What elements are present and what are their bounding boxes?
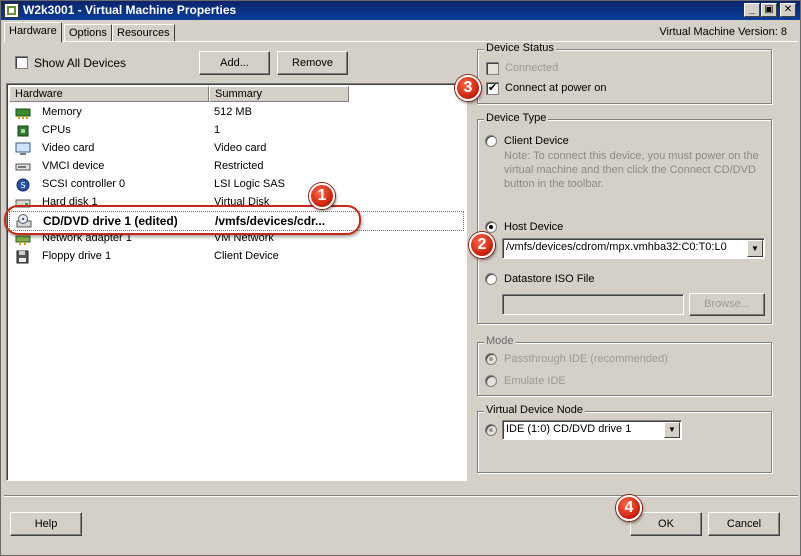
hardware-row-vmci-device[interactable]: VMCI device Restricted	[9, 158, 464, 176]
help-button-label: Help	[34, 518, 58, 530]
restore-button[interactable]: ▣	[761, 3, 777, 17]
passthrough-ide-radio[interactable]	[485, 353, 497, 365]
highlight-ring-selected-row	[4, 205, 361, 235]
hardware-row-cpus[interactable]: CPUs 1	[9, 122, 464, 140]
hardware-summary: 1	[214, 124, 221, 136]
add-button-label: Add...	[220, 57, 249, 69]
datastore-iso-path-field[interactable]	[502, 294, 684, 315]
browse-button-label: Browse...	[704, 298, 750, 310]
minimize-button[interactable]: _	[744, 3, 760, 17]
hardware-summary: LSI Logic SAS	[214, 178, 285, 190]
help-button[interactable]: Help	[10, 512, 82, 536]
connect-at-power-on-checkbox[interactable]: ✔	[486, 82, 499, 95]
hardware-summary: 512 MB	[214, 106, 252, 118]
hardware-summary: Client Device	[214, 250, 279, 262]
passthrough-ide-label: Passthrough IDE (recommended)	[504, 353, 668, 365]
show-all-devices-checkbox[interactable]	[15, 56, 28, 69]
vm-app-icon	[4, 3, 19, 18]
host-device-label: Host Device	[504, 221, 564, 233]
virtual-device-node-dropdown[interactable]: IDE (1:0) CD/DVD drive 1 ▼	[502, 420, 682, 440]
datastore-iso-radio[interactable]	[485, 273, 497, 285]
close-button[interactable]: ✕	[780, 3, 796, 17]
hardware-name: SCSI controller 0	[42, 178, 126, 190]
connected-checkbox[interactable]	[486, 62, 499, 75]
vmci-device-icon	[15, 163, 31, 171]
client-device-radio[interactable]	[485, 135, 497, 147]
ok-button[interactable]: OK	[630, 512, 702, 536]
properties-window: W2k3001 - Virtual Machine Properties _ ▣…	[0, 0, 801, 556]
device-status-title: Device Status	[484, 42, 556, 54]
emulate-ide-radio[interactable]	[485, 375, 497, 387]
cpu-icon	[17, 125, 29, 137]
hardware-row-video-card[interactable]: Video card Video card	[9, 140, 464, 158]
virtual-device-node-radio	[485, 424, 497, 436]
host-device-dropdown[interactable]: /vmfs/devices/cdrom/mpx.vmhba32:C0:T0:L0…	[502, 238, 765, 259]
host-device-radio[interactable]	[485, 221, 497, 233]
hardware-name: Memory	[42, 106, 82, 118]
client-device-note: Note: To connect this device, you must p…	[504, 150, 759, 190]
device-type-title: Device Type	[484, 112, 549, 124]
hardware-row-floppy-drive[interactable]: Floppy drive 1 Client Device	[9, 248, 464, 266]
callout-badge-4: 4	[616, 495, 642, 521]
remove-button[interactable]: Remove	[277, 51, 348, 75]
connect-at-power-on-label: Connect at power on	[505, 82, 607, 94]
chevron-down-icon[interactable]: ▼	[664, 422, 680, 438]
callout-badge-1: 1	[309, 183, 335, 209]
remove-button-label: Remove	[292, 57, 333, 69]
svg-text:S: S	[20, 181, 25, 190]
column-header-hardware[interactable]: Hardware	[9, 86, 209, 102]
hardware-name: CPUs	[42, 124, 71, 136]
vm-version-label: Virtual Machine Version: 8	[659, 26, 787, 38]
cancel-button[interactable]: Cancel	[708, 512, 780, 536]
connected-label: Connected	[505, 62, 559, 74]
virtual-device-node-value: IDE (1:0) CD/DVD drive 1	[506, 423, 632, 435]
ok-button-label: OK	[658, 518, 674, 530]
title-bar[interactable]: W2k3001 - Virtual Machine Properties _ ▣…	[1, 1, 800, 20]
add-button[interactable]: Add...	[199, 51, 270, 75]
column-header-summary[interactable]: Summary	[209, 86, 349, 102]
mode-title: Mode	[484, 335, 516, 347]
client-device-label: Client Device	[504, 135, 569, 147]
hardware-summary: Video card	[214, 142, 267, 154]
hardware-summary: Restricted	[214, 160, 264, 172]
host-device-value: /vmfs/devices/cdrom/mpx.vmhba32:C0:T0:L0	[506, 241, 727, 253]
window-title: W2k3001 - Virtual Machine Properties	[23, 3, 237, 17]
browse-button[interactable]: Browse...	[689, 293, 765, 316]
cancel-button-label: Cancel	[726, 518, 762, 530]
hardware-name: Video card	[42, 142, 95, 154]
floppy-drive-icon	[16, 250, 29, 264]
tab-options[interactable]: Options	[64, 24, 112, 42]
emulate-ide-label: Emulate IDE	[504, 375, 566, 387]
memory-icon	[15, 108, 31, 119]
mode-group: Mode	[477, 335, 772, 396]
datastore-iso-label: Datastore ISO File	[504, 273, 595, 285]
scsi-controller-icon: S	[16, 178, 30, 192]
tab-resources[interactable]: Resources	[112, 24, 175, 42]
callout-badge-3: 3	[455, 75, 481, 101]
hardware-list[interactable]: Hardware Summary Memory 512 MB CPUs 1 Vi…	[6, 83, 467, 481]
footer-divider	[4, 495, 798, 497]
hardware-name: Floppy drive 1	[42, 250, 112, 262]
callout-badge-2: 2	[469, 232, 495, 258]
chevron-down-icon[interactable]: ▼	[747, 240, 763, 257]
tab-hardware[interactable]: Hardware	[4, 22, 62, 43]
hardware-row-memory[interactable]: Memory 512 MB	[9, 104, 464, 122]
hardware-row-scsi-controller[interactable]: S SCSI controller 0 LSI Logic SAS	[9, 176, 464, 194]
show-all-devices-label: Show All Devices	[34, 56, 127, 70]
hardware-name: VMCI device	[42, 160, 105, 172]
video-card-icon	[15, 142, 31, 155]
device-status-group: Device Status	[477, 42, 772, 104]
virtual-device-node-title: Virtual Device Node	[484, 404, 586, 416]
